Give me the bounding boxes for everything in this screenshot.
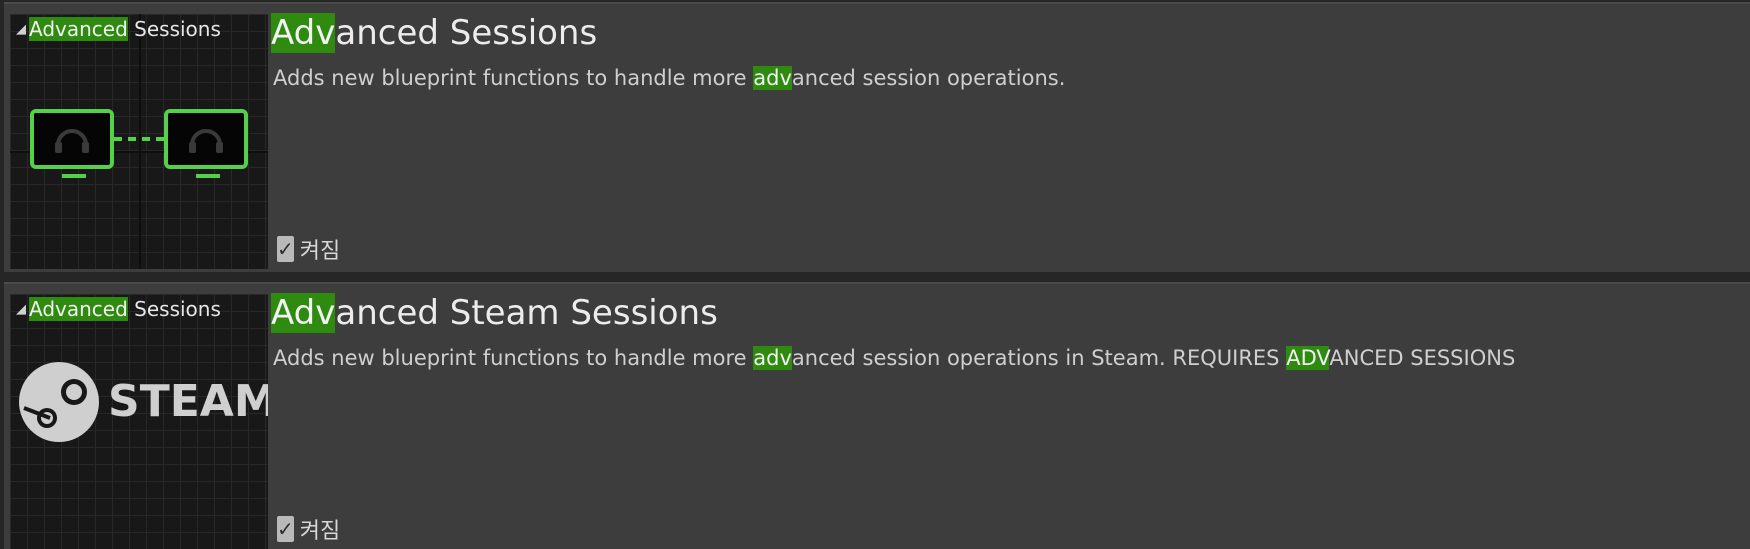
enabled-label: 켜짐 xyxy=(299,239,341,264)
steam-logo: STEAM xyxy=(19,362,268,442)
enabled-checkbox[interactable]: ✓ 켜짐 xyxy=(277,233,340,265)
enabled-checkbox[interactable]: ✓ 켜짐 xyxy=(277,513,340,545)
collapse-triangle-icon[interactable]: ◢ xyxy=(16,302,26,317)
category-highlight: Advanced xyxy=(29,297,128,321)
collapse-triangle-icon[interactable]: ◢ xyxy=(16,22,26,37)
plugin-description: Adds new blueprint functions to handle m… xyxy=(273,346,1516,370)
enabled-label: 켜짐 xyxy=(299,519,341,544)
checkmark-icon[interactable]: ✓ xyxy=(277,236,294,262)
plugin-thumbnail: STEAM ◢ Advanced Sessions xyxy=(10,294,268,549)
category-rest: Sessions xyxy=(127,297,221,321)
plugin-thumbnail: ◢ Advanced Sessions xyxy=(10,14,268,269)
category-rest: Sessions xyxy=(127,17,221,41)
plugin-category: ◢ Advanced Sessions xyxy=(16,296,268,322)
plugin-description: Adds new blueprint functions to handle m… xyxy=(273,66,1066,90)
plugin-category: ◢ Advanced Sessions xyxy=(16,16,268,42)
plugin-card-advanced-sessions[interactable]: ◢ Advanced Sessions Advanced Sessions Ad… xyxy=(4,2,1750,272)
steam-wordmark: STEAM xyxy=(108,376,268,427)
plugin-title: Advanced Sessions xyxy=(271,13,598,53)
plugin-title: Advanced Steam Sessions xyxy=(271,293,718,333)
category-highlight: Advanced xyxy=(29,17,128,41)
checkmark-icon[interactable]: ✓ xyxy=(277,516,294,542)
multiplayer-sessions-icon xyxy=(30,109,248,178)
plugin-card-advanced-steam-sessions[interactable]: STEAM ◢ Advanced Sessions Advanced Steam… xyxy=(4,282,1750,549)
